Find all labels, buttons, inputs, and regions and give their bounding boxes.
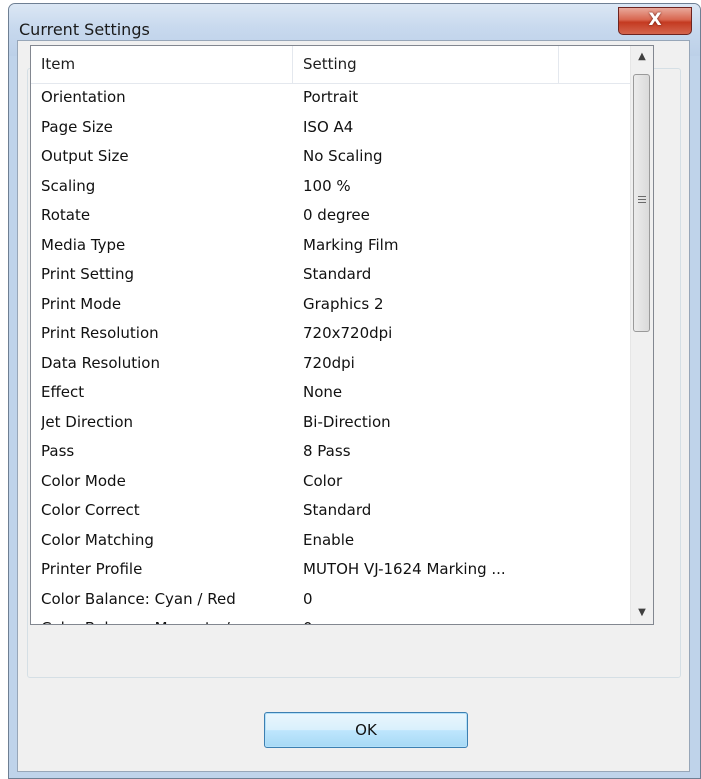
list-item-name: Print Setting — [41, 265, 134, 283]
list-item-setting: No Scaling — [303, 147, 383, 165]
list-item-name: Output Size — [41, 147, 129, 165]
list-item-setting: Color — [303, 471, 343, 490]
ok-button[interactable]: OK — [264, 712, 468, 748]
settings-list-view[interactable]: Item Setting Orientation Portrait Page Siz… — [30, 45, 654, 625]
list-item-name: Page Size — [41, 117, 113, 136]
list-header: Item Setting — [31, 46, 631, 84]
scroll-thumb[interactable] — [633, 74, 650, 332]
list-item[interactable]: Media Type Marking Film — [31, 231, 631, 261]
list-item-name: Orientation — [41, 88, 126, 106]
list-item-name: Color Mode — [41, 471, 126, 490]
list-item[interactable]: Print Setting Standard — [31, 260, 631, 290]
list-item-name: Jet Direction — [41, 412, 134, 431]
list-item-setting: 0 — [303, 589, 313, 608]
list-item-name: Effect — [41, 383, 85, 401]
list-item-setting: Bi-Direction — [303, 412, 391, 431]
list-item-setting: 720x720dpi — [303, 324, 393, 342]
list-item-name: Printer Profile — [41, 560, 143, 578]
close-icon: X — [648, 10, 662, 30]
list-item-name: Color Balance: Cyan / Red — [41, 589, 236, 608]
list-item-name: Data Resolution — [41, 353, 160, 372]
list-item[interactable]: Rotate 0 degree — [31, 201, 631, 231]
list-item[interactable]: Pass 8 Pass — [31, 437, 631, 467]
grip-icon — [638, 196, 646, 204]
scroll-down-arrow-icon[interactable]: ▼ — [631, 602, 653, 624]
list-item-setting: MUTOH VJ-1624 Marking ... — [303, 560, 506, 578]
list-item[interactable]: Print Mode Graphics 2 — [31, 290, 631, 320]
list-item[interactable]: Color Balance: Magenta / 0 — [31, 614, 631, 624]
list-item-setting: Marking Film — [303, 235, 399, 254]
list-item-name: Color Correct — [41, 501, 140, 519]
list-item-setting: Portrait — [303, 88, 359, 106]
list-item[interactable]: Scaling 100 % — [31, 172, 631, 202]
list-item-setting: Graphics 2 — [303, 294, 384, 313]
list-item[interactable]: Output Size No Scaling — [31, 142, 631, 172]
column-header-setting[interactable]: Setting — [293, 46, 559, 83]
list-item[interactable]: Color Correct Standard — [31, 496, 631, 526]
list-rows: Orientation Portrait Page Size ISO A4 Output… — [31, 83, 631, 624]
list-item[interactable]: Printer Profile MUTOH VJ-1624 Marking ... — [31, 555, 631, 585]
list-item[interactable]: Print Resolution 720x720dpi — [31, 319, 631, 349]
list-item-name: Color Balance: Magenta / — [41, 614, 289, 624]
close-button[interactable]: X — [618, 7, 692, 35]
list-item-setting: 0 degree — [303, 206, 370, 224]
list-item[interactable]: Effect None — [31, 378, 631, 408]
list-item-setting: ISO A4 — [303, 117, 354, 136]
list-item-name: Scaling — [41, 176, 96, 195]
list-item-name: Pass — [41, 442, 75, 460]
list-item-setting: 8 Pass — [303, 442, 351, 460]
list-item-name: Color Matching — [41, 530, 154, 549]
list-item[interactable]: Orientation Portrait — [31, 83, 631, 113]
list-item-name: Print Resolution — [41, 324, 159, 342]
scroll-up-arrow-icon[interactable]: ▲ — [631, 46, 653, 68]
vertical-scrollbar[interactable]: ▲ ▼ — [630, 46, 653, 624]
list-item[interactable]: Data Resolution 720dpi — [31, 349, 631, 379]
list-item-setting: 720dpi — [303, 353, 355, 372]
list-item-setting: Standard — [303, 265, 372, 283]
list-item[interactable]: Jet Direction Bi-Direction — [31, 408, 631, 438]
list-item-name: Media Type — [41, 235, 126, 254]
list-item-name: Print Mode — [41, 294, 122, 313]
list-item[interactable]: Page Size ISO A4 — [31, 113, 631, 143]
list-item[interactable]: Color Balance: Cyan / Red 0 — [31, 585, 631, 615]
list-item-name: Rotate — [41, 206, 91, 224]
list-item-setting: 0 — [303, 614, 603, 624]
dialog-title: Current Settings — [19, 20, 150, 39]
list-item-setting: Standard — [303, 501, 372, 519]
list-item-setting: None — [303, 383, 343, 401]
list-item-setting: 100 % — [303, 176, 351, 195]
column-header-item[interactable]: Item — [31, 46, 293, 83]
list-item[interactable]: Color Mode Color — [31, 467, 631, 497]
list-item[interactable]: Color Matching Enable — [31, 526, 631, 556]
list-item-setting: Enable — [303, 530, 355, 549]
